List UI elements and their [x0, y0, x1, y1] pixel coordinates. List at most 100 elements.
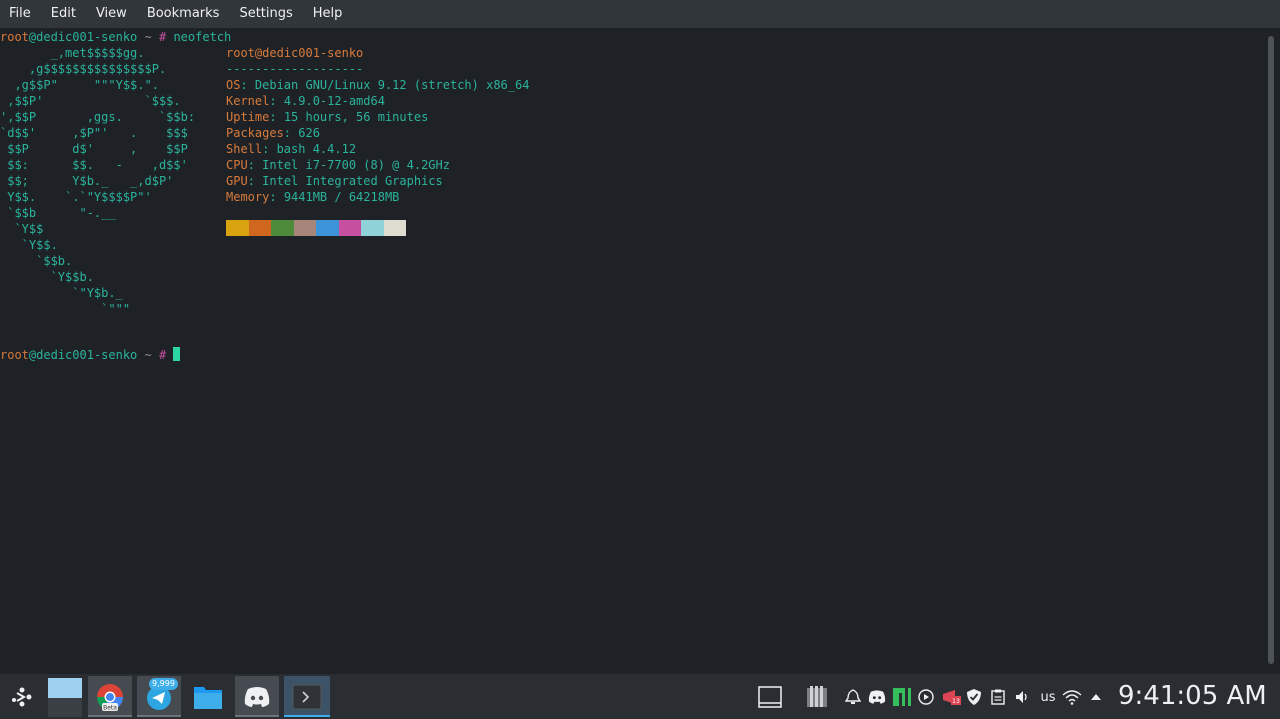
show-desktop-button[interactable] [758, 686, 782, 708]
info-value: Intel Integrated Graphics [262, 174, 443, 188]
desktop-pager[interactable] [44, 676, 84, 717]
speaker-icon [1016, 691, 1027, 703]
info-value: Debian GNU/Linux 9.12 (stretch) x86_64 [254, 78, 530, 92]
info-value: 4.9.0-12-amd64 [283, 94, 385, 108]
chrome-beta-icon: Beta [96, 683, 124, 711]
logo-line: `Y$$b. [0, 270, 94, 284]
folder-icon [194, 686, 222, 709]
tray-notifications[interactable] [844, 686, 862, 708]
logo-line: `Y$$ [0, 222, 44, 236]
logo-line: `$$b. [0, 254, 73, 268]
info-key: OS [226, 78, 241, 92]
prompt-line-2: root@dedic001-senko ~ # [0, 347, 181, 363]
info-title: root@dedic001-senko [226, 45, 363, 61]
info-key: Uptime [226, 110, 270, 124]
prompt-path: ~ [137, 30, 159, 44]
play-icon [918, 689, 934, 705]
discord-tray-icon [868, 690, 886, 704]
application-launcher[interactable] [0, 676, 44, 717]
info-row: OS: Debian GNU/Linux 9.12 (stretch) x86_… [226, 78, 530, 92]
menu-bookmarks[interactable]: Bookmarks [137, 0, 230, 28]
info-title-user: root [226, 46, 255, 60]
info-row: CPU: Intel i7-7700 (8) @ 4.2GHz [226, 158, 450, 172]
logo-line: $$: $$. - ,d$$' [0, 158, 188, 172]
info-value: 9441MB / 64218MB [283, 190, 400, 204]
info-separator: ------------------- [226, 62, 364, 76]
info-key: GPU [226, 174, 248, 188]
discord-icon [244, 686, 270, 707]
tray-updates[interactable]: 13 [941, 686, 961, 708]
wifi-icon [1062, 690, 1082, 705]
tray-keyboard-layout[interactable]: us [1037, 686, 1059, 708]
archive-manager-icon [807, 686, 827, 707]
color-swatch [316, 220, 339, 236]
tray-expand-button[interactable] [1088, 686, 1104, 708]
color-swatch [248, 220, 271, 236]
manjaro-icon [893, 688, 911, 706]
info-value: Intel i7-7700 (8) @ 4.2GHz [262, 158, 450, 172]
prompt-command: neofetch [166, 30, 232, 44]
scrollbar-thumb[interactable] [1268, 36, 1274, 664]
prompt-line-1: root@dedic001-senko ~ # neofetch [0, 29, 231, 45]
info-key: Memory [226, 190, 270, 204]
color-swatch [226, 220, 249, 236]
prompt-user: root [0, 348, 29, 362]
info-key: Kernel [226, 94, 270, 108]
logo-line: ',$$P ,ggs. `$$b: [0, 110, 196, 124]
tray-manjaro[interactable] [892, 686, 912, 708]
color-swatches [226, 220, 406, 236]
taskbar-chrome-beta[interactable]: Beta [88, 676, 132, 717]
menu-settings[interactable]: Settings [229, 0, 302, 28]
digital-clock[interactable]: 9:41:05 AM [1118, 674, 1267, 719]
taskbar-konsole[interactable] [284, 676, 330, 717]
menu-bar: File Edit View Bookmarks Settings Help [0, 0, 1280, 28]
info-key: Shell [226, 142, 263, 156]
info-row: Kernel: 4.9.0-12-amd64 [226, 94, 385, 108]
menu-help[interactable]: Help [303, 0, 353, 28]
taskbar-file-manager[interactable] [186, 676, 230, 717]
logo-line: $$P d$' , $$P [0, 142, 188, 156]
info-row: Packages: 626 [226, 126, 320, 140]
color-swatch [271, 220, 294, 236]
prompt-host: dedic001-senko [36, 30, 138, 44]
terminal-view[interactable]: root@dedic001-senko ~ # neofetch _,met$$… [0, 28, 1262, 674]
tray-discord[interactable] [867, 686, 887, 708]
logo-line: ,$$P' `$$$. [0, 94, 181, 108]
color-swatch [293, 220, 316, 236]
info-row: Memory: 9441MB / 64218MB [226, 190, 400, 204]
chevron-up-icon [1091, 694, 1101, 700]
shield-check-icon [967, 689, 981, 705]
menu-file[interactable]: File [0, 0, 41, 28]
telegram-unread-badge: 9,999 [149, 678, 178, 690]
clipboard-icon [991, 689, 1005, 705]
tray-network[interactable] [1062, 686, 1082, 708]
tray-clipboard[interactable] [989, 686, 1007, 708]
tray-archive[interactable] [804, 686, 830, 708]
chrome-beta-label: Beta [103, 704, 117, 711]
logo-line: _,met$$$$$gg. [0, 46, 145, 60]
prompt-path: ~ [137, 348, 159, 362]
plasma-launcher-icon [12, 687, 32, 706]
menu-edit[interactable]: Edit [41, 0, 86, 28]
menu-view[interactable]: View [86, 0, 137, 28]
logo-line: ,g$$P" """Y$$.". [0, 78, 159, 92]
logo-line: `Y$$. [0, 238, 58, 252]
logo-line: `"Y$b._ [0, 286, 123, 300]
desktop-pager-icon [48, 677, 82, 717]
tray-media-player[interactable] [917, 686, 935, 708]
tray-volume[interactable] [1013, 686, 1031, 708]
taskbar-discord[interactable] [235, 676, 279, 717]
tray-security[interactable] [965, 686, 983, 708]
logo-line: $$; Y$b._ _,d$P' [0, 174, 174, 188]
info-value: 626 [298, 126, 320, 140]
info-row: Shell: bash 4.4.12 [226, 142, 357, 156]
terminal-scrollbar[interactable] [1262, 28, 1280, 674]
bell-icon [845, 689, 861, 704]
color-swatch [338, 220, 361, 236]
show-desktop-icon [758, 686, 782, 708]
terminal-icon [292, 684, 322, 709]
text-cursor [173, 347, 181, 361]
taskbar: Beta 9,999 13 us [0, 674, 1280, 719]
logo-line: `d$$' ,$P"' . $$$ [0, 126, 188, 140]
logo-line: ,g$$$$$$$$$$$$$$$P. [0, 62, 167, 76]
